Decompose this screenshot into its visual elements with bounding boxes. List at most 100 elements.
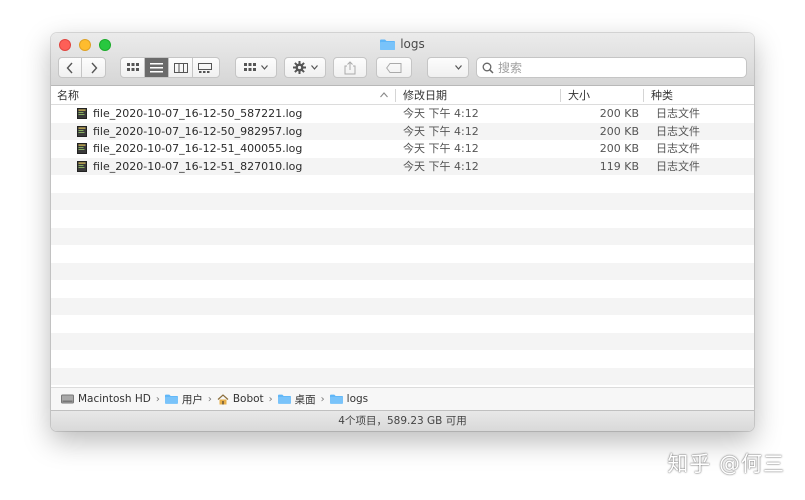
empty-row bbox=[51, 262, 754, 280]
column-divider[interactable] bbox=[395, 89, 396, 102]
group-by-button[interactable] bbox=[235, 57, 277, 78]
chevron-right-icon bbox=[90, 62, 97, 73]
file-date: 今天 下午 4:12 bbox=[403, 124, 479, 138]
path-separator-icon: › bbox=[155, 393, 160, 405]
search-field[interactable]: 搜索 bbox=[476, 57, 747, 78]
empty-row bbox=[51, 245, 754, 263]
file-kind: 日志文件 bbox=[656, 142, 700, 155]
column-view-icon bbox=[173, 62, 188, 73]
group-icon bbox=[244, 63, 256, 71]
file-name: file_2020-10-07_16-12-51_400055.log bbox=[93, 142, 303, 155]
path-item-label: 用户 bbox=[181, 393, 203, 406]
window-title-group: logs bbox=[51, 37, 754, 51]
column-divider[interactable] bbox=[643, 89, 644, 102]
column-size-label: 大小 bbox=[568, 89, 590, 102]
folder-icon bbox=[329, 394, 343, 404]
gear-icon bbox=[292, 61, 306, 74]
table-row[interactable]: file_2020-10-07_16-12-50_587221.log 今天 下… bbox=[51, 105, 754, 123]
search-icon bbox=[482, 62, 494, 74]
empty-row bbox=[51, 367, 754, 385]
view-mode-group bbox=[120, 57, 220, 78]
empty-row bbox=[51, 297, 754, 315]
file-kind: 日志文件 bbox=[656, 107, 700, 120]
icon-view-icon bbox=[126, 63, 139, 71]
folder-icon bbox=[380, 39, 396, 50]
file-list: file_2020-10-07_16-12-50_587221.log 今天 下… bbox=[51, 105, 754, 387]
path-item-macintosh-hd[interactable]: Macintosh HD bbox=[61, 393, 151, 405]
path-item-label: logs bbox=[346, 393, 369, 405]
search-placeholder: 搜索 bbox=[498, 61, 523, 75]
folder-icon bbox=[164, 394, 178, 404]
file-size: 119 KB bbox=[599, 159, 639, 173]
watermark-text: 知乎 @何三 bbox=[667, 452, 785, 476]
file-size: 200 KB bbox=[599, 124, 639, 138]
file-name: file_2020-10-07_16-12-51_827010.log bbox=[93, 159, 303, 173]
list-view-button[interactable] bbox=[145, 58, 169, 77]
path-item-home[interactable]: Bobot bbox=[217, 393, 264, 405]
icon-view-button[interactable] bbox=[121, 58, 145, 77]
file-size: 200 KB bbox=[599, 107, 639, 120]
path-separator-icon: › bbox=[207, 393, 212, 405]
column-kind-header[interactable]: 种类 bbox=[645, 86, 745, 105]
chevron-down-icon bbox=[261, 65, 268, 70]
empty-row bbox=[51, 332, 754, 350]
file-size: 200 KB bbox=[599, 142, 639, 155]
empty-row bbox=[51, 280, 754, 298]
column-divider[interactable] bbox=[560, 89, 561, 102]
titlebar: logs 搜索 bbox=[51, 33, 754, 86]
log-file-icon bbox=[77, 143, 87, 154]
empty-row bbox=[51, 350, 754, 368]
path-item-label: 桌面 bbox=[294, 393, 316, 406]
path-dropdown[interactable] bbox=[427, 57, 469, 78]
gallery-view-icon bbox=[198, 62, 212, 73]
home-icon bbox=[217, 393, 229, 404]
window-title: logs bbox=[400, 37, 425, 51]
empty-row bbox=[51, 192, 754, 210]
file-kind: 日志文件 bbox=[656, 159, 700, 173]
column-header: 名称 修改日期 大小 种类 bbox=[51, 86, 754, 105]
folder-icon bbox=[277, 394, 291, 404]
file-date: 今天 下午 4:12 bbox=[403, 159, 479, 173]
path-item-logs[interactable]: logs bbox=[329, 393, 369, 405]
sort-ascending-icon bbox=[380, 92, 388, 98]
tag-button[interactable] bbox=[376, 57, 412, 78]
column-kind-label: 种类 bbox=[651, 89, 673, 102]
empty-row bbox=[51, 210, 754, 228]
path-item-users[interactable]: 用户 bbox=[164, 392, 203, 407]
column-size-header[interactable]: 大小 bbox=[562, 86, 642, 105]
gallery-view-button[interactable] bbox=[193, 58, 217, 77]
file-date: 今天 下午 4:12 bbox=[403, 142, 479, 155]
path-item-desktop[interactable]: 桌面 bbox=[277, 392, 316, 407]
file-name: file_2020-10-07_16-12-50_587221.log bbox=[93, 107, 303, 120]
log-file-icon bbox=[77, 108, 87, 119]
table-row[interactable]: file_2020-10-07_16-12-50_982957.log 今天 下… bbox=[51, 122, 754, 140]
table-row[interactable]: file_2020-10-07_16-12-51_827010.log 今天 下… bbox=[51, 157, 754, 175]
column-view-button[interactable] bbox=[169, 58, 193, 77]
chevron-down-icon bbox=[455, 65, 462, 70]
status-text: 4个项目，589.23 GB 可用 bbox=[338, 415, 467, 427]
column-name-header[interactable]: 名称 bbox=[51, 86, 391, 105]
chevron-down-icon bbox=[310, 65, 318, 70]
tag-icon bbox=[386, 62, 402, 73]
path-separator-icon: › bbox=[320, 393, 325, 405]
column-date-header[interactable]: 修改日期 bbox=[397, 86, 557, 105]
path-bar: Macintosh HD › 用户 › Bobot › 桌面 › logs bbox=[51, 387, 754, 410]
file-name: file_2020-10-07_16-12-50_982957.log bbox=[93, 124, 303, 138]
action-button[interactable] bbox=[284, 57, 326, 78]
share-button[interactable] bbox=[333, 57, 367, 78]
nav-buttons bbox=[58, 57, 106, 78]
path-separator-icon: › bbox=[268, 393, 273, 405]
share-icon bbox=[344, 60, 356, 74]
empty-row bbox=[51, 175, 754, 193]
file-kind: 日志文件 bbox=[656, 124, 700, 138]
log-file-icon bbox=[77, 125, 87, 137]
status-bar: 4个项目，589.23 GB 可用 bbox=[51, 410, 754, 431]
column-name-label: 名称 bbox=[57, 89, 79, 102]
back-button[interactable] bbox=[59, 58, 83, 77]
list-view-icon bbox=[150, 62, 163, 72]
hard-drive-icon bbox=[61, 394, 74, 404]
forward-button[interactable] bbox=[82, 58, 105, 77]
table-row[interactable]: file_2020-10-07_16-12-51_400055.log 今天 下… bbox=[51, 140, 754, 158]
empty-row bbox=[51, 227, 754, 245]
toolbar: 搜索 bbox=[58, 57, 747, 78]
